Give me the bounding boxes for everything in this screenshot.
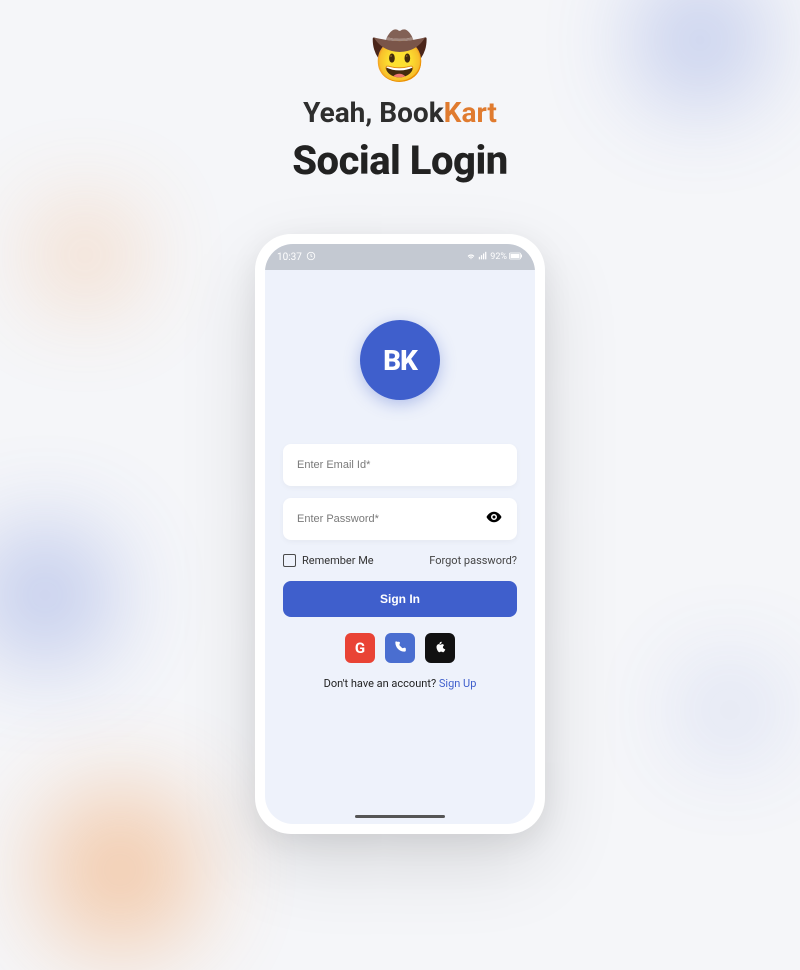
- wifi-icon: [466, 251, 476, 264]
- battery-icon: [509, 251, 523, 264]
- apple-icon: [433, 639, 447, 658]
- home-indicator: [355, 815, 445, 818]
- clock-icon: [306, 251, 316, 264]
- statusbar-time: 10:37: [277, 252, 302, 263]
- email-field-wrap[interactable]: [283, 444, 517, 486]
- statusbar-battery: 92%: [490, 252, 507, 262]
- bg-blob: [40, 790, 200, 950]
- brand-accent: Kart: [444, 96, 497, 129]
- brand-line: Yeah, BookKart: [0, 96, 800, 129]
- google-icon: G: [355, 639, 365, 657]
- login-form: BK Remember Me Forgot password? Sign In: [265, 270, 535, 824]
- apple-login-button[interactable]: [425, 633, 455, 663]
- phone-frame: 10:37 92% BK: [255, 234, 545, 834]
- remember-me-label: Remember Me: [302, 554, 374, 567]
- brand-prefix: Yeah, Book: [303, 96, 444, 129]
- signup-link[interactable]: Sign Up: [439, 677, 477, 690]
- forgot-password-link[interactable]: Forgot password?: [429, 554, 517, 567]
- phone-screen: 10:37 92% BK: [265, 244, 535, 824]
- cowboy-emoji: 🤠: [371, 30, 428, 84]
- social-login-row: G: [345, 633, 455, 663]
- hero: 🤠 Yeah, BookKart Social Login: [0, 0, 800, 184]
- app-logo: BK: [360, 320, 440, 400]
- signup-line: Don't have an account? Sign Up: [324, 677, 477, 690]
- signal-icon: [478, 251, 488, 264]
- eye-icon[interactable]: [485, 508, 503, 530]
- signin-button[interactable]: Sign In: [283, 581, 517, 617]
- bg-blob: [40, 210, 130, 300]
- page-title: Social Login: [0, 137, 800, 184]
- phone-login-button[interactable]: [385, 633, 415, 663]
- bg-blob: [690, 670, 770, 750]
- statusbar: 10:37 92%: [265, 244, 535, 270]
- checkbox-box: [283, 554, 296, 567]
- remember-me-checkbox[interactable]: Remember Me: [283, 554, 374, 567]
- bg-blob: [0, 530, 110, 660]
- google-login-button[interactable]: G: [345, 633, 375, 663]
- phone-icon: [393, 639, 407, 658]
- app-logo-text: BK: [383, 344, 417, 377]
- password-field[interactable]: [297, 513, 503, 525]
- password-field-wrap[interactable]: [283, 498, 517, 540]
- email-field[interactable]: [297, 459, 503, 471]
- no-account-text: Don't have an account?: [324, 677, 439, 690]
